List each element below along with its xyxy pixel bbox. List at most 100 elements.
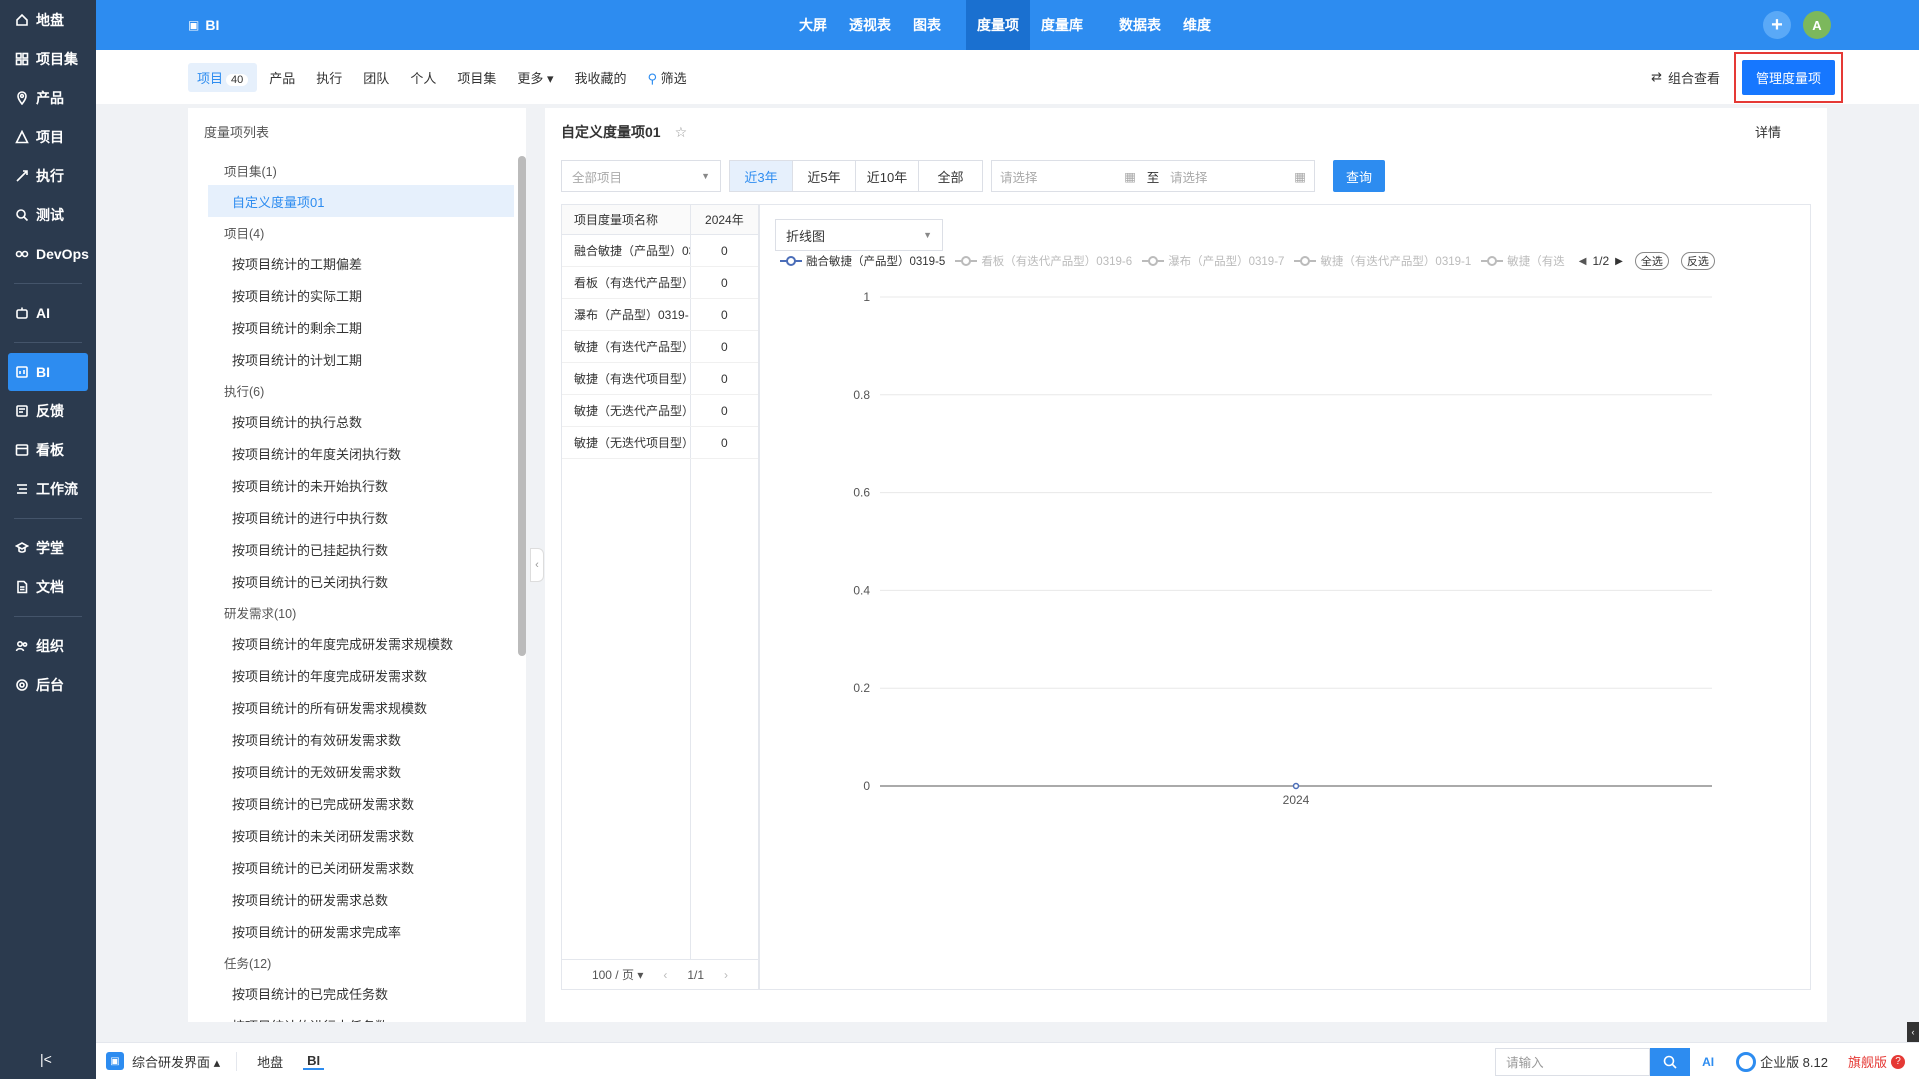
metric-item[interactable]: 按项目统计的实际工期 [188, 279, 526, 311]
metric-item[interactable]: 按项目统计的计划工期 [188, 343, 526, 375]
sidebar-item-doc[interactable]: 文档 [0, 568, 96, 606]
scope-tab[interactable]: 我收藏的 [565, 63, 635, 92]
ai-chat-icon[interactable]: AI [1702, 1055, 1714, 1069]
scope-tab[interactable]: 团队 [354, 63, 398, 92]
metric-item[interactable]: 按项目统计的年度完成研发需求数 [188, 659, 526, 691]
scope-tab[interactable]: 产品 [260, 63, 304, 92]
metric-item[interactable]: 按项目统计的所有研发需求规模数 [188, 691, 526, 723]
sidebar-item-kanban[interactable]: 看板 [0, 431, 96, 469]
top-nav-item[interactable]: 数据表 [1108, 0, 1172, 50]
legend-item[interactable]: 融合敏捷（产品型）0319-5 [780, 253, 945, 269]
flagship-badge[interactable]: 旗舰版 ? [1848, 1052, 1905, 1071]
metric-item[interactable]: 按项目统计的年度完成研发需求规模数 [188, 627, 526, 659]
sidebar-item-bi[interactable]: BI [8, 353, 88, 391]
metric-item[interactable]: 按项目统计的剩余工期 [188, 311, 526, 343]
metric-item[interactable]: 按项目统计的有效研发需求数 [188, 723, 526, 755]
metric-item[interactable]: 按项目统计的研发需求总数 [188, 883, 526, 915]
sidebar-item-school[interactable]: 学堂 [0, 529, 96, 567]
sidebar-item-ai[interactable]: AI [0, 294, 96, 332]
star-icon[interactable]: ☆ [675, 124, 688, 141]
collapse-panel-icon[interactable]: ‹ [530, 548, 544, 582]
metric-group[interactable]: 项目(4) [188, 217, 526, 247]
metric-item[interactable]: 按项目统计的工期偏差 [188, 247, 526, 279]
sidebar-item-org[interactable]: 组织 [0, 627, 96, 665]
metric-group[interactable]: 项目集(1) [188, 155, 526, 185]
workspace-switcher[interactable]: ▣ 综合研发界面 ▴ [106, 1051, 238, 1071]
legend-item[interactable]: 敏捷（有迭代产品型）0319-1 [1294, 253, 1471, 269]
app-title[interactable]: ▣ BI [188, 17, 219, 33]
data-point[interactable] [1292, 782, 1300, 790]
metric-item[interactable]: 按项目统计的进行中执行数 [188, 501, 526, 533]
metric-item[interactable]: 按项目统计的已关闭执行数 [188, 565, 526, 597]
start-date-input[interactable]: 请选择 ▦ [992, 161, 1144, 191]
metric-item[interactable]: 按项目统计的研发需求完成率 [188, 915, 526, 947]
scrollbar[interactable] [518, 156, 526, 656]
sidebar-item-test[interactable]: 测试 [0, 196, 96, 234]
top-nav-item[interactable]: 图表 [902, 0, 952, 50]
top-nav-item[interactable]: 透视表 [838, 0, 902, 50]
metric-group[interactable]: 研发需求(10) [188, 597, 526, 627]
version-info[interactable]: 企业版 8.12 [1736, 1051, 1828, 1072]
sidebar-item-devops[interactable]: DevOps [0, 235, 96, 273]
avatar[interactable]: A [1803, 11, 1831, 39]
project-select[interactable]: 全部项目 ▼ [561, 160, 721, 192]
metric-item[interactable]: 按项目统计的已完成任务数 [188, 977, 526, 1009]
bottom-tab-bi[interactable]: BI [303, 1053, 325, 1070]
legend-prev-icon[interactable]: ◀ [1579, 256, 1587, 267]
legend-item[interactable]: 看板（有迭代产品型）0319-6 [955, 253, 1132, 269]
legend-item[interactable]: 敏捷（有迭 [1481, 253, 1565, 269]
metric-item[interactable]: 按项目统计的已完成研发需求数 [188, 787, 526, 819]
chart-type-select[interactable]: 折线图 ▼ [775, 219, 943, 251]
bottom-tab-home[interactable]: 地盘 [253, 1052, 287, 1071]
sidebar-item-location[interactable]: 产品 [0, 79, 96, 117]
scope-tab[interactable]: 项目集 [448, 63, 505, 92]
top-nav-item[interactable]: 维度 [1172, 0, 1222, 50]
search-input[interactable]: 请输入 [1495, 1047, 1651, 1076]
sidebar-item-admin[interactable]: 后台 [0, 666, 96, 704]
metric-item[interactable]: 按项目统计的已挂起执行数 [188, 533, 526, 565]
metric-item[interactable]: 按项目统计的执行总数 [188, 405, 526, 437]
sidebar-item-home[interactable]: 地盘 [0, 1, 96, 39]
side-drawer-toggle[interactable]: ‹ [1907, 1022, 1919, 1042]
scope-tab[interactable]: 个人 [401, 63, 445, 92]
top-nav-item[interactable]: 大屏 [788, 0, 838, 50]
prev-page-icon[interactable]: ‹ [663, 968, 667, 982]
sidebar-item-run[interactable]: 执行 [0, 157, 96, 195]
scope-tab[interactable]: 执行 [307, 63, 351, 92]
legend-item[interactable]: 瀑布（产品型）0319-7 [1142, 253, 1284, 269]
combo-view-button[interactable]: ⇄ 组合查看 [1651, 68, 1720, 87]
end-date-input[interactable]: 请选择 ▦ [1162, 161, 1314, 191]
scope-tab[interactable]: 项目 40 [188, 62, 258, 92]
metric-item[interactable]: 按项目统计的已关闭研发需求数 [188, 851, 526, 883]
sidebar-item-project[interactable]: 项目 [0, 118, 96, 156]
metric-item[interactable]: 按项目统计的未开始执行数 [188, 469, 526, 501]
sidebar-item-grid[interactable]: 项目集 [0, 40, 96, 78]
metric-group[interactable]: 执行(6) [188, 375, 526, 405]
plus-icon[interactable]: + [1763, 11, 1791, 39]
range-option[interactable]: 全部 [919, 161, 982, 191]
collapse-sidebar-icon[interactable]: |< [40, 1051, 52, 1067]
top-nav-item[interactable]: 度量库 [1030, 0, 1094, 50]
range-option[interactable]: 近3年 [730, 161, 793, 191]
top-nav-item[interactable]: 度量项 [966, 0, 1030, 50]
search-button[interactable] [1650, 1047, 1691, 1076]
metric-item[interactable]: 按项目统计的进行中任务数 [188, 1009, 526, 1023]
select-all-button[interactable]: 全选 [1634, 252, 1669, 270]
metric-item[interactable]: 自定义度量项01 [208, 185, 514, 217]
sidebar-item-feedback[interactable]: 反馈 [0, 392, 96, 430]
next-page-icon[interactable]: › [724, 968, 728, 982]
legend-next-icon[interactable]: ▶ [1615, 256, 1623, 267]
manage-metrics-button[interactable]: 管理度量项 [1741, 59, 1835, 95]
metric-item[interactable]: 按项目统计的无效研发需求数 [188, 755, 526, 787]
range-option[interactable]: 近5年 [793, 161, 856, 191]
scope-tab[interactable]: ⚲ 筛选 [639, 63, 696, 92]
metric-item[interactable]: 按项目统计的年度关闭执行数 [188, 437, 526, 469]
sidebar-item-workflow[interactable]: 工作流 [0, 470, 96, 508]
page-size-select[interactable]: 100 / 页 ▾ [592, 966, 643, 983]
query-button[interactable]: 查询 [1333, 160, 1385, 192]
scope-tab[interactable]: 更多 ▾ [508, 63, 562, 92]
metric-group[interactable]: 任务(12) [188, 947, 526, 977]
invert-selection-button[interactable]: 反选 [1680, 252, 1715, 270]
metric-item[interactable]: 按项目统计的未关闭研发需求数 [188, 819, 526, 851]
detail-link[interactable]: 详情 [1755, 122, 1781, 141]
